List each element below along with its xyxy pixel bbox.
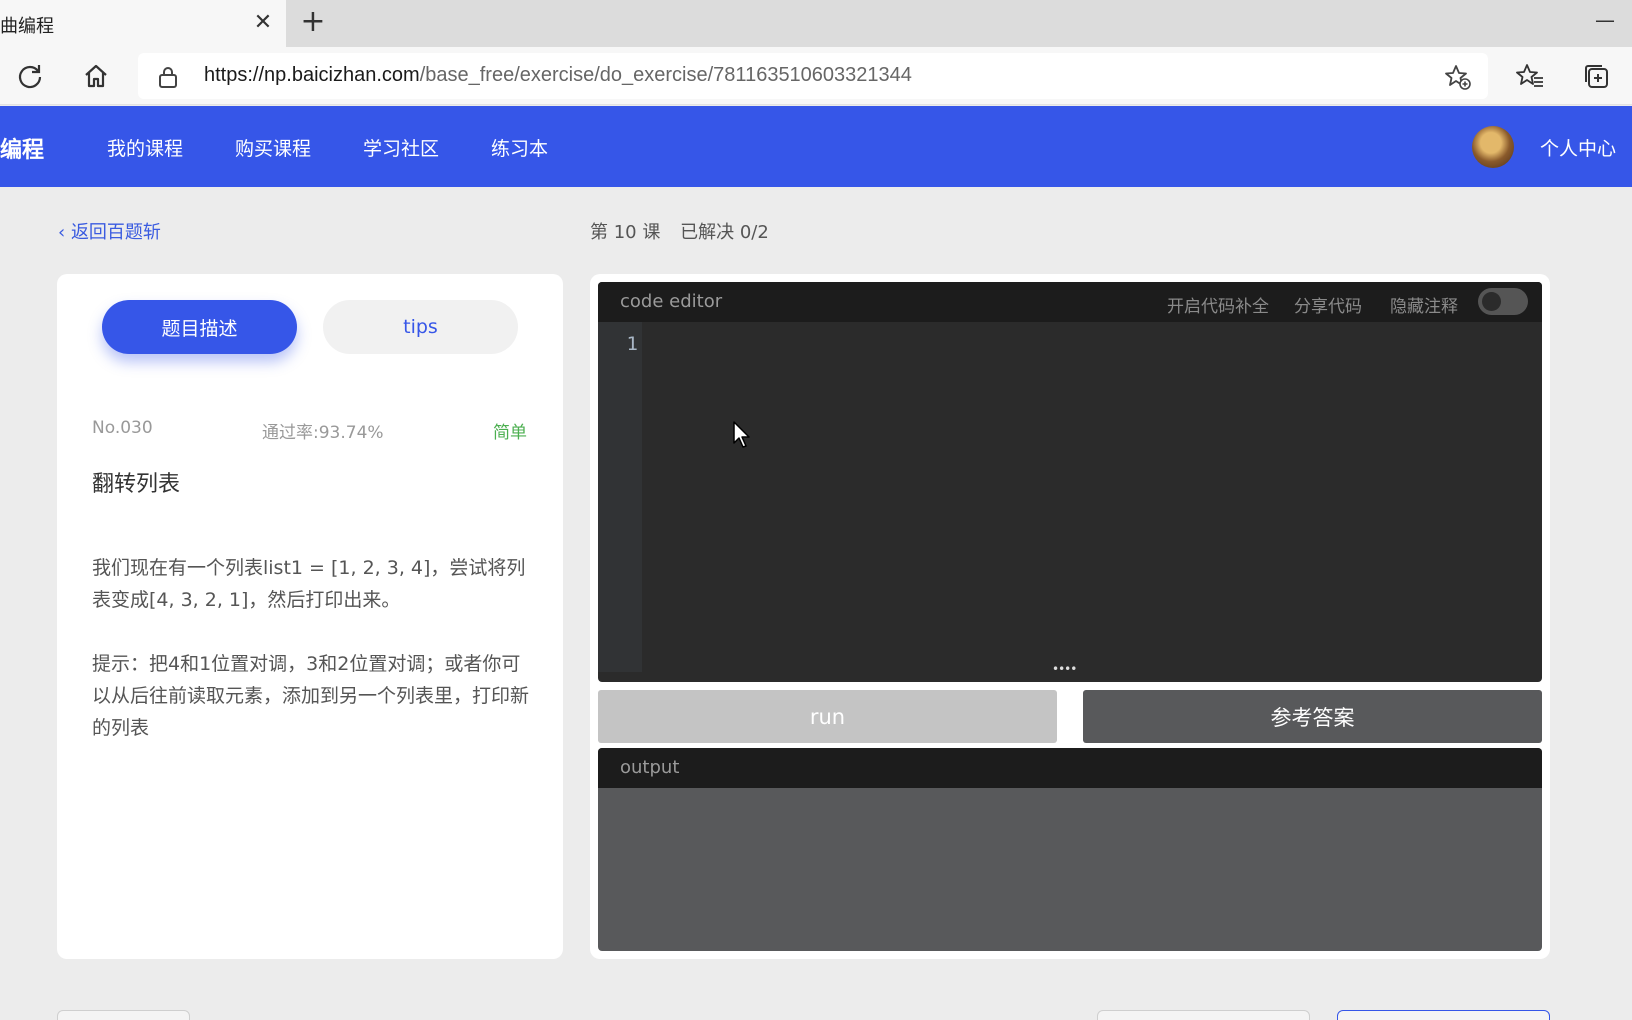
tab-tips[interactable]: tips xyxy=(323,300,518,354)
hide-comments-label: 隐藏注释 xyxy=(1390,297,1458,317)
problem-number: No.030 xyxy=(92,418,153,438)
chevron-left-icon: ‹ xyxy=(58,222,66,243)
run-button[interactable]: run xyxy=(598,690,1057,743)
problem-title: 翻转列表 xyxy=(92,472,181,497)
editor-header: code editor 开启代码补全 分享代码 隐藏注释 xyxy=(598,282,1542,322)
line-gutter: 1 xyxy=(598,322,642,672)
toggle-knob xyxy=(1482,292,1501,311)
close-tab-icon[interactable]: ✕ xyxy=(250,10,276,36)
line-number: 1 xyxy=(626,333,638,355)
pass-rate: 通过率:93.74% xyxy=(262,423,384,443)
hide-comments-toggle[interactable] xyxy=(1478,288,1528,315)
bottom-right-button[interactable] xyxy=(1337,1010,1550,1020)
lock-icon[interactable] xyxy=(158,65,178,93)
share-code-link[interactable]: 分享代码 xyxy=(1294,292,1362,317)
home-icon[interactable] xyxy=(80,60,112,92)
code-input-area[interactable] xyxy=(642,322,1542,672)
bottom-mid-button[interactable] xyxy=(1097,1010,1310,1020)
output-panel: output xyxy=(598,748,1542,951)
address-bar[interactable]: https://np.baicizhan.com/base_free/exerc… xyxy=(138,53,1488,99)
site-navbar: 编程 我的课程 购买课程 学习社区 练习本 个人中心 xyxy=(0,106,1632,187)
back-link[interactable]: ‹ 返回百题斩 xyxy=(58,218,161,244)
nav-notebook[interactable]: 练习本 xyxy=(491,134,548,161)
minimize-window-icon[interactable]: — xyxy=(1590,8,1620,38)
bottom-left-button[interactable] xyxy=(57,1010,190,1020)
problem-statement: 我们现在有一个列表list1 = [1, 2, 3, 4]，尝试将列表变成[4,… xyxy=(92,557,526,611)
nav-my-courses[interactable]: 我的课程 xyxy=(107,134,183,161)
site-logo[interactable]: 编程 xyxy=(0,132,44,164)
browser-toolbar: https://np.baicizhan.com/base_free/exerc… xyxy=(0,47,1632,105)
autocomplete-toggle-link[interactable]: 开启代码补全 xyxy=(1167,292,1269,317)
output-title: output xyxy=(620,757,680,778)
browser-tabstrip: 曲编程 ✕ + — xyxy=(0,0,1632,47)
solved-count: 已解决 0/2 xyxy=(680,222,769,243)
new-tab-icon[interactable]: + xyxy=(298,7,328,38)
difficulty-badge: 简单 xyxy=(493,423,527,443)
back-link-label: 返回百题斩 xyxy=(70,222,161,243)
favorites-icon[interactable] xyxy=(1514,60,1546,92)
problem-description: 我们现在有一个列表list1 = [1, 2, 3, 4]，尝试将列表变成[4,… xyxy=(92,552,532,776)
reference-answer-button[interactable]: 参考答案 xyxy=(1083,690,1542,743)
browser-tab[interactable]: 曲编程 ✕ xyxy=(0,0,286,47)
workspace-card: code editor 开启代码补全 分享代码 隐藏注释 1 •••• run … xyxy=(590,274,1550,959)
lesson-info: 第 10 课 已解决 0/2 xyxy=(590,218,783,244)
problem-card: 题目描述 tips No.030 通过率:93.74% 简单 翻转列表 我们现在… xyxy=(57,274,563,959)
nav-profile[interactable]: 个人中心 xyxy=(1540,134,1616,161)
code-editor: code editor 开启代码补全 分享代码 隐藏注释 1 xyxy=(598,282,1542,682)
problem-hint: 提示：把4和1位置对调，3和2位置对调；或者你可以从后往前读取元素，添加到另一个… xyxy=(92,653,530,739)
lesson-number: 第 10 课 xyxy=(590,222,661,243)
tab-description[interactable]: 题目描述 xyxy=(102,300,297,354)
browser-tab-title: 曲编程 xyxy=(0,16,54,37)
address-url[interactable]: https://np.baicizhan.com/base_free/exerc… xyxy=(204,64,912,87)
nav-buy-courses[interactable]: 购买课程 xyxy=(235,134,311,161)
reload-icon[interactable] xyxy=(14,60,46,92)
output-header: output xyxy=(598,748,1542,788)
nav-community[interactable]: 学习社区 xyxy=(363,134,439,161)
mouse-cursor-icon xyxy=(733,421,753,453)
collections-icon[interactable] xyxy=(1580,60,1612,92)
add-favorite-icon[interactable] xyxy=(1444,63,1472,95)
avatar[interactable] xyxy=(1472,126,1514,168)
editor-title: code editor xyxy=(620,291,723,312)
resize-handle-icon[interactable]: •••• xyxy=(1052,663,1077,675)
